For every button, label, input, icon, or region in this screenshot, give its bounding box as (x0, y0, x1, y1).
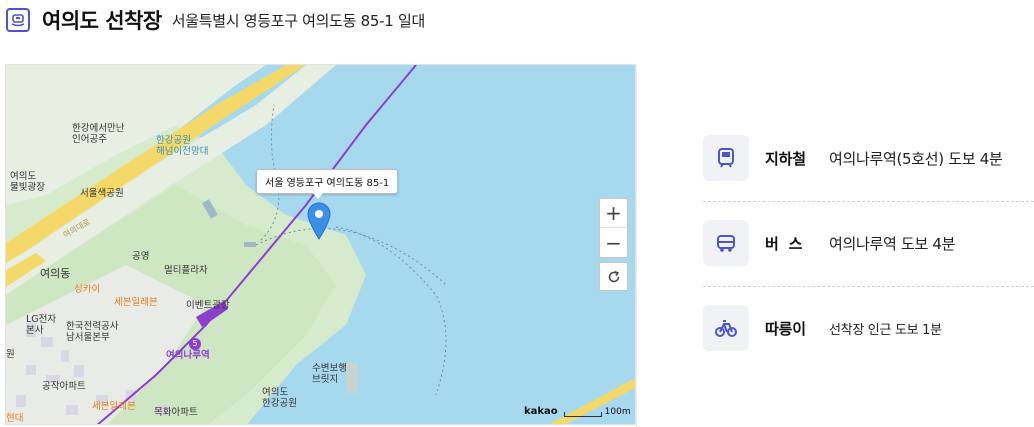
ferry-icon (6, 8, 30, 32)
zoom-out-button[interactable]: − (600, 228, 627, 257)
map-label-dong: 여의동 (40, 267, 71, 280)
map-label-saetgang: 서울색공원 (80, 188, 124, 199)
transport-label: 따릉이 (765, 319, 806, 338)
map-view[interactable]: 한강에서만난 인어공주 한강공원 해넘이전망대 여의도 물빛광장 서울색공원 여… (5, 64, 636, 425)
refresh-icon (608, 270, 619, 282)
map-label-lg: LG전자 본사 (26, 314, 57, 336)
map-refresh-button[interactable] (599, 262, 628, 291)
map-brand: kakao (524, 406, 558, 417)
zoom-in-button[interactable]: + (600, 199, 627, 228)
map-label-station: 여의나루역 (166, 350, 210, 361)
page-address: 서울특별시 영등포구 여의도동 85-1 일대 (171, 11, 426, 30)
panel-divider (636, 64, 637, 427)
map-line-badge: 5 (189, 338, 201, 350)
page-header: 여의도 선착장 서울특별시 영등포구 여의도동 85-1 일대 (0, 0, 1034, 40)
scale-label: 100m (604, 407, 631, 417)
map-scale: kakao 100m (524, 406, 631, 417)
transport-row-bus: 버 스 여의나루역 도보 4분 (703, 220, 1034, 266)
transport-label: 지하철 (765, 149, 806, 168)
row-separator (703, 286, 1034, 287)
map-label-swim: 수변보행 브릿지 (312, 363, 347, 385)
location-pin-icon[interactable] (306, 202, 332, 240)
map-label-monument: 한강에서만난 인어공주 (72, 123, 125, 145)
map-label-hyundai: 현대 (6, 413, 24, 424)
map-label-gongjak: 공작아파트 (42, 381, 86, 392)
map-label-mokhwa: 목화아파트 (154, 407, 198, 418)
map-label-gu: 원 (6, 349, 15, 360)
transport-row-subway: 지하철 여의나루역(5호선) 도보 4분 (703, 135, 1034, 181)
map-label-kepco: 한국전력공사 남서울본부 (66, 321, 119, 343)
transport-value: 선착장 인근 도보 1분 (829, 322, 942, 338)
map-callout: 서울 영등포구 여의도동 85-1 (256, 169, 399, 199)
zoom-control: + − (599, 198, 628, 258)
row-separator (703, 201, 1034, 202)
transport-value: 여의나루역(5호선) 도보 4분 (829, 149, 1003, 168)
scale-bar (563, 412, 602, 417)
map-label-event: 이벤트광장 (186, 300, 230, 311)
bus-icon (703, 220, 749, 266)
map-label-multiplaza: 멀티플라자 (164, 265, 208, 276)
map-label-seven-1: 세븐일레븐 (114, 297, 158, 308)
bicycle-icon (703, 305, 749, 351)
map-label-plaza: 여의도 물빛광장 (10, 171, 45, 193)
map-label-park: 여의도 한강공원 (262, 387, 297, 409)
map-label-parking: 공영 (132, 251, 150, 262)
subway-icon (703, 135, 749, 181)
transport-value: 여의나루역 도보 4분 (829, 234, 956, 253)
map-label-observatory: 한강공원 해넘이전망대 (156, 135, 209, 157)
map-label-seven-2: 세븐일레븐 (92, 401, 136, 412)
page-title: 여의도 선착장 (42, 9, 162, 33)
transport-row-bike: 따릉이 선착장 인근 도보 1분 (703, 305, 1034, 351)
map-label-singkai: 싱카이 (74, 284, 101, 295)
transport-label: 버 스 (765, 234, 803, 253)
